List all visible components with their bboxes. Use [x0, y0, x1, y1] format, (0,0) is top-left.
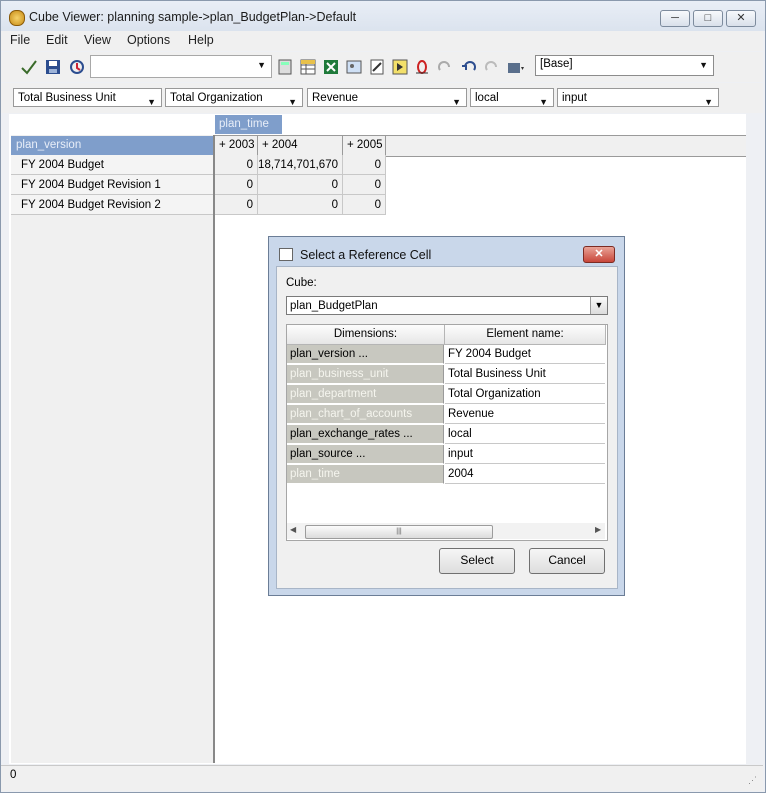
row-dimension-header[interactable]: plan_version	[11, 136, 213, 155]
view-name-combo[interactable]: ▼	[90, 55, 272, 78]
element-name-column-header: Element name:	[445, 325, 606, 345]
column-header-2004[interactable]: + 2004	[258, 136, 343, 155]
refresh-view-icon[interactable]	[68, 58, 86, 76]
row-header-fy2004-budget[interactable]: FY 2004 Budget	[11, 155, 213, 175]
chevron-down-icon: ▼	[704, 97, 713, 107]
cube-select-value: plan_BudgetPlan	[290, 300, 378, 312]
chevron-down-icon: ▼	[539, 97, 548, 107]
dimension-plan-source[interactable]: plan_source ...	[287, 445, 444, 464]
image-icon[interactable]	[345, 58, 363, 76]
arrow-right-icon[interactable]	[391, 58, 409, 76]
filter-business-unit-value: Total Business Unit	[18, 92, 116, 104]
filter-source-value: input	[562, 92, 587, 104]
element-plan-chart-of-accounts[interactable]: Revenue	[445, 405, 605, 424]
sandbox-icon[interactable]	[506, 58, 524, 76]
close-button[interactable]: ✕	[726, 10, 756, 27]
chevron-down-icon: ▼	[699, 60, 708, 70]
filter-source[interactable]: input ▼	[557, 88, 719, 107]
element-plan-time[interactable]: 2004	[445, 465, 605, 484]
filter-organization-value: Total Organization	[170, 92, 263, 104]
window-title: Cube Viewer: planning sample->plan_Budge…	[29, 10, 357, 24]
dialog-title: Select a Reference Cell	[300, 248, 432, 262]
element-plan-version[interactable]: FY 2004 Budget	[445, 345, 605, 364]
menu-view[interactable]: View	[84, 33, 111, 47]
dimensions-column-header: Dimensions:	[287, 325, 445, 345]
row-header-fy2004-revision-1[interactable]: FY 2004 Budget Revision 1	[11, 175, 213, 195]
status-bar	[1, 765, 763, 791]
menu-edit[interactable]: Edit	[46, 33, 68, 47]
maximize-button[interactable]: □	[693, 10, 723, 27]
dimension-plan-exchange-rates[interactable]: plan_exchange_rates ...	[287, 425, 444, 444]
redo-disabled-icon[interactable]	[483, 58, 501, 76]
data-cell[interactable]: 0	[215, 155, 258, 175]
filter-exchange-rate-value: local	[475, 92, 499, 104]
element-plan-department[interactable]: Total Organization	[445, 385, 605, 404]
element-plan-source[interactable]: input	[445, 445, 605, 464]
chevron-down-icon: ▼	[452, 97, 461, 107]
app-cube-icon	[9, 10, 25, 26]
dialog-window-icon	[279, 248, 293, 261]
filter-exchange-rate[interactable]: local ▼	[470, 88, 554, 107]
cancel-button[interactable]: Cancel	[529, 548, 605, 574]
sandbox-value: [Base]	[540, 58, 573, 70]
data-cell[interactable]: 0	[343, 195, 386, 215]
excel-icon[interactable]	[322, 58, 340, 76]
menu-file[interactable]: File	[10, 33, 30, 47]
chevron-down-icon: ▼	[257, 60, 266, 70]
column-header-2003[interactable]: + 2003	[215, 136, 258, 155]
chevron-down-icon: ▼	[147, 97, 156, 107]
data-cell[interactable]: 0	[343, 175, 386, 195]
data-cell[interactable]: 0	[343, 155, 386, 175]
scrollbar-thumb[interactable]: |||	[305, 525, 493, 539]
dimension-plan-business-unit: plan_business_unit	[287, 365, 444, 384]
filter-account-value: Revenue	[312, 92, 359, 104]
dialog-close-button[interactable]: ✕	[583, 246, 615, 263]
menu-options[interactable]: Options	[127, 33, 170, 47]
recalculate-check-icon[interactable]	[20, 58, 38, 76]
filter-business-unit[interactable]: Total Business Unit ▼	[13, 88, 162, 107]
scroll-left-icon[interactable]: ◀	[290, 525, 296, 534]
dimension-plan-version[interactable]: plan_version ...	[287, 345, 444, 364]
data-cell[interactable]: 18,714,701,670	[258, 155, 343, 175]
edit-icon[interactable]	[368, 58, 386, 76]
dimension-plan-chart-of-accounts: plan_chart_of_accounts	[287, 405, 444, 424]
data-cell[interactable]: 0	[258, 175, 343, 195]
menu-help[interactable]: Help	[188, 33, 214, 47]
dimension-plan-department: plan_department	[287, 385, 444, 404]
column-dimension-header[interactable]: plan_time	[215, 115, 282, 134]
table-icon[interactable]	[299, 58, 317, 76]
scroll-right-icon[interactable]: ▶	[595, 525, 601, 534]
resize-grip-icon[interactable]: ⋰	[748, 775, 757, 786]
menu-bar	[1, 31, 763, 51]
chevron-down-icon: ▼	[590, 297, 607, 314]
calculator-icon[interactable]	[276, 58, 294, 76]
chevron-down-icon: ▼	[288, 97, 297, 107]
data-cell[interactable]: 0	[215, 175, 258, 195]
status-text: 0	[10, 769, 17, 781]
select-button[interactable]: Select	[439, 548, 515, 574]
cube-select[interactable]: plan_BudgetPlan ▼	[286, 296, 608, 315]
undo-icon[interactable]	[460, 58, 478, 76]
save-icon[interactable]	[44, 58, 62, 76]
minimize-button[interactable]: ─	[660, 10, 690, 27]
sandbox-combo[interactable]: [Base] ▼	[535, 55, 714, 76]
cube-label: Cube:	[286, 277, 317, 289]
filter-account[interactable]: Revenue ▼	[307, 88, 467, 107]
element-plan-exchange-rates[interactable]: local	[445, 425, 605, 444]
column-header-2005[interactable]: + 2005	[343, 136, 386, 155]
filter-organization[interactable]: Total Organization ▼	[165, 88, 303, 107]
zero-out-icon[interactable]	[413, 58, 431, 76]
data-cell[interactable]: 0	[215, 195, 258, 215]
redo-icon[interactable]	[436, 58, 454, 76]
dimension-plan-time: plan_time	[287, 465, 444, 484]
element-plan-business-unit[interactable]: Total Business Unit	[445, 365, 605, 384]
data-cell[interactable]: 0	[258, 195, 343, 215]
row-header-area	[11, 135, 215, 763]
row-header-fy2004-revision-2[interactable]: FY 2004 Budget Revision 2	[11, 195, 213, 215]
